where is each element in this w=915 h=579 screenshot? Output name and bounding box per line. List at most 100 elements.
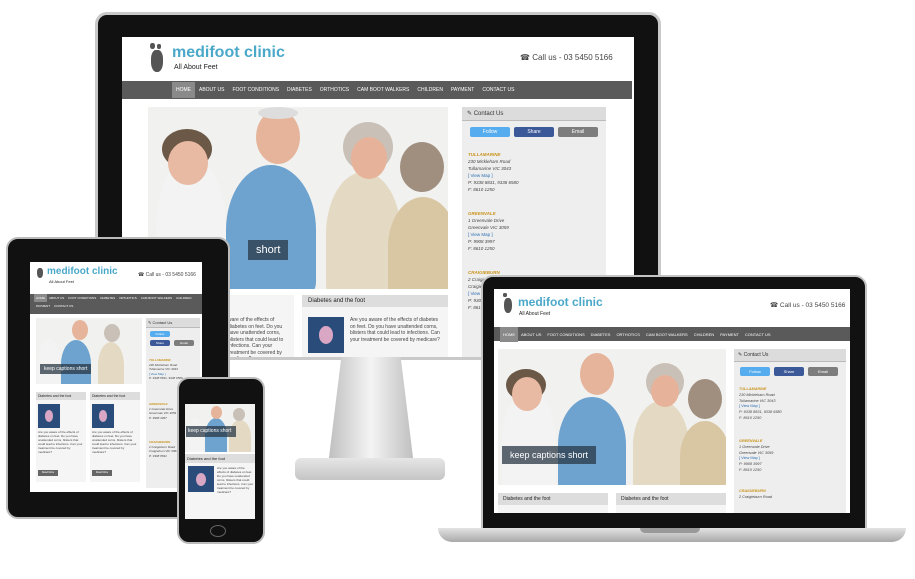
location-greenvale: GREENVALE 1 Greenvale Drive Greenvale VI… <box>739 439 774 472</box>
diabetes-thumbnail <box>308 317 344 353</box>
hero-caption: keep captions short <box>40 364 92 374</box>
nav-cam-boot[interactable]: CAM BOOT WALKERS <box>139 294 174 302</box>
nav-about[interactable]: ABOUT US <box>47 294 66 302</box>
view-map-link[interactable]: [ View Map ] <box>468 172 519 179</box>
logo-name[interactable]: medifoot clinic <box>172 44 285 62</box>
diabetes-box: Diabetes and the foot Are you aware of t… <box>185 454 255 519</box>
hero-image: keep captions short <box>498 349 726 485</box>
diabetes-box-right: Diabetes and the foot Are you aware of t… <box>302 295 448 357</box>
nav-home[interactable]: HOME <box>34 294 47 302</box>
logo-name[interactable]: medifoot clinic <box>518 295 603 309</box>
diabetes-box-left: Diabetes and the foot Are you aware of t… <box>36 392 86 482</box>
phone-number: ☎ Call us - 03 5450 5166 <box>770 302 846 309</box>
phone-home-button[interactable] <box>210 525 226 537</box>
nav-payment[interactable]: PAYMENT <box>34 302 52 310</box>
phone-number: ☎ Call us - 03 5450 5166 <box>520 53 613 62</box>
follow-button[interactable]: Follow <box>470 127 510 137</box>
nav-home[interactable]: HOME <box>172 82 195 98</box>
nav-children[interactable]: CHILDREN <box>413 87 447 93</box>
location-tullamarine: TULLAMARINE 230 Mickleham Road Tullamari… <box>468 152 519 192</box>
main-nav: HOME ABOUT US FOOT CONDITIONS DIABETES O… <box>122 81 632 99</box>
hero-caption: keep captions short <box>186 426 236 437</box>
sidebar-header: ✎ Contact Us <box>146 318 200 328</box>
nav-payment[interactable]: PAYMENT <box>717 332 742 337</box>
hero-image: keep captions short <box>36 318 142 384</box>
contact-sidebar: ✎ Contact Us Follow Share Email TULLAMAR… <box>734 349 846 513</box>
sidebar-header: ✎ Contact Us <box>734 349 846 362</box>
location-tullamarine: TULLAMARINE 230 Mickleham Road Tullamari… <box>149 358 183 380</box>
hero-image: keep captions short <box>185 404 255 452</box>
nav-diabetes[interactable]: DIABETES <box>588 332 614 337</box>
phone-icon: ☎ <box>520 53 530 62</box>
nav-contact[interactable]: CONTACT US <box>478 87 518 93</box>
box-title: Diabetes and the foot <box>36 392 86 400</box>
nav-about[interactable]: ABOUT US <box>195 87 228 93</box>
nav-orthotics[interactable]: ORTHOTICS <box>316 87 353 93</box>
laptop-screen: medifoot clinic All About Feet ☎ Call us… <box>494 289 850 513</box>
share-button[interactable]: Share <box>150 340 170 346</box>
diabetes-box-right: Diabetes and the foot <box>616 493 726 513</box>
share-button[interactable]: Share <box>774 367 804 376</box>
nav-children[interactable]: CHILDREN <box>174 294 193 302</box>
box-text: ware of the effects of diabetes on feet.… <box>228 317 284 357</box>
read-more-button[interactable]: Read More <box>92 470 112 476</box>
nav-home[interactable]: HOME <box>500 326 518 342</box>
box-title: Diabetes and the foot <box>498 493 608 505</box>
box-title: Diabetes and the foot <box>185 454 255 463</box>
diabetes-box-right: Diabetes and the foot Are you aware of t… <box>90 392 140 482</box>
nav-orthotics[interactable]: ORTHOTICS <box>613 332 642 337</box>
share-button[interactable]: Share <box>514 127 554 137</box>
logo-name[interactable]: medifoot clinic <box>47 266 118 277</box>
laptop-notch <box>640 528 700 533</box>
nav-cam-boot[interactable]: CAM BOOT WALKERS <box>353 87 413 93</box>
nav-children[interactable]: CHILDREN <box>691 332 717 337</box>
nav-orthotics[interactable]: ORTHOTICS <box>117 294 139 302</box>
box-title: Diabetes and the foot <box>90 392 140 400</box>
location-greenvale: GREENVALE 1 Greenvale Drive Greenvale VI… <box>149 402 177 420</box>
email-button[interactable]: Email <box>558 127 598 137</box>
phone-screen: keep captions short Diabetes and the foo… <box>185 404 255 519</box>
email-button[interactable]: Email <box>174 340 194 346</box>
nav-foot-conditions[interactable]: FOOT CONDITIONS <box>66 294 98 302</box>
nav-diabetes[interactable]: DIABETES <box>283 87 316 93</box>
box-title: Diabetes and the foot <box>616 493 726 505</box>
email-button[interactable]: Email <box>808 367 838 376</box>
main-nav: HOME ABOUT US FOOT CONDITIONS DIABETES O… <box>494 326 850 342</box>
foot-logo-icon <box>148 43 168 73</box>
location-greenvale: GREENVALE 1 Greenvale Drive Greenvale VI… <box>468 211 509 251</box>
diabetes-thumbnail <box>188 466 214 492</box>
box-text: Are you aware of the effects of diabetes… <box>38 430 83 454</box>
nav-about[interactable]: ABOUT US <box>518 332 544 337</box>
phone-number: ☎ Call us - 03 5450 5166 <box>138 272 196 278</box>
box-title: Diabetes and the foot <box>302 295 448 307</box>
nav-payment[interactable]: PAYMENT <box>447 87 478 93</box>
nav-contact[interactable]: CONTACT US <box>52 302 75 310</box>
location-craigieburn: CRAIGIEBURN 2 Craigieburn Road Craigiebu… <box>149 440 178 458</box>
sidebar-header: ✎ Contact Us <box>462 107 606 121</box>
foot-logo-icon <box>502 293 514 315</box>
follow-button[interactable]: Follow <box>150 331 170 337</box>
diabetes-thumbnail <box>92 404 114 428</box>
nav-diabetes[interactable]: DIABETES <box>98 294 117 302</box>
location-craigieburn: CRAIGIEBURN 2 Craigieburn Road <box>739 489 772 499</box>
logo-tagline: All About Feet <box>174 64 218 71</box>
box-text: Are you aware of the effects of diabetes… <box>350 317 440 343</box>
logo-tagline: All About Feet <box>519 311 551 317</box>
box-text: Are you aware of the effects of diabetes… <box>92 430 137 454</box>
monitor-stand-base <box>295 458 445 480</box>
diabetes-box-left: Diabetes and the foot <box>498 493 608 513</box>
read-more-button[interactable]: Read More <box>38 470 58 476</box>
pencil-icon: ✎ <box>467 111 473 117</box>
nav-cam-boot[interactable]: CAM BOOT WALKERS <box>643 332 691 337</box>
nav-foot-conditions[interactable]: FOOT CONDITIONS <box>544 332 587 337</box>
follow-button[interactable]: Follow <box>740 367 770 376</box>
nav-contact[interactable]: CONTACT US <box>742 332 774 337</box>
hero-caption: short <box>248 240 289 260</box>
hero-caption: keep captions short <box>502 446 597 464</box>
monitor-stand-neck <box>328 355 414 460</box>
nav-foot-conditions[interactable]: FOOT CONDITIONS <box>228 87 283 93</box>
diabetes-thumbnail <box>38 404 60 428</box>
view-map-link[interactable]: [ View Map ] <box>468 231 509 238</box>
main-nav: HOME ABOUT US FOOT CONDITIONS DIABETES O… <box>30 294 202 314</box>
box-text: Are you aware of the effects of diabetes… <box>217 466 254 494</box>
